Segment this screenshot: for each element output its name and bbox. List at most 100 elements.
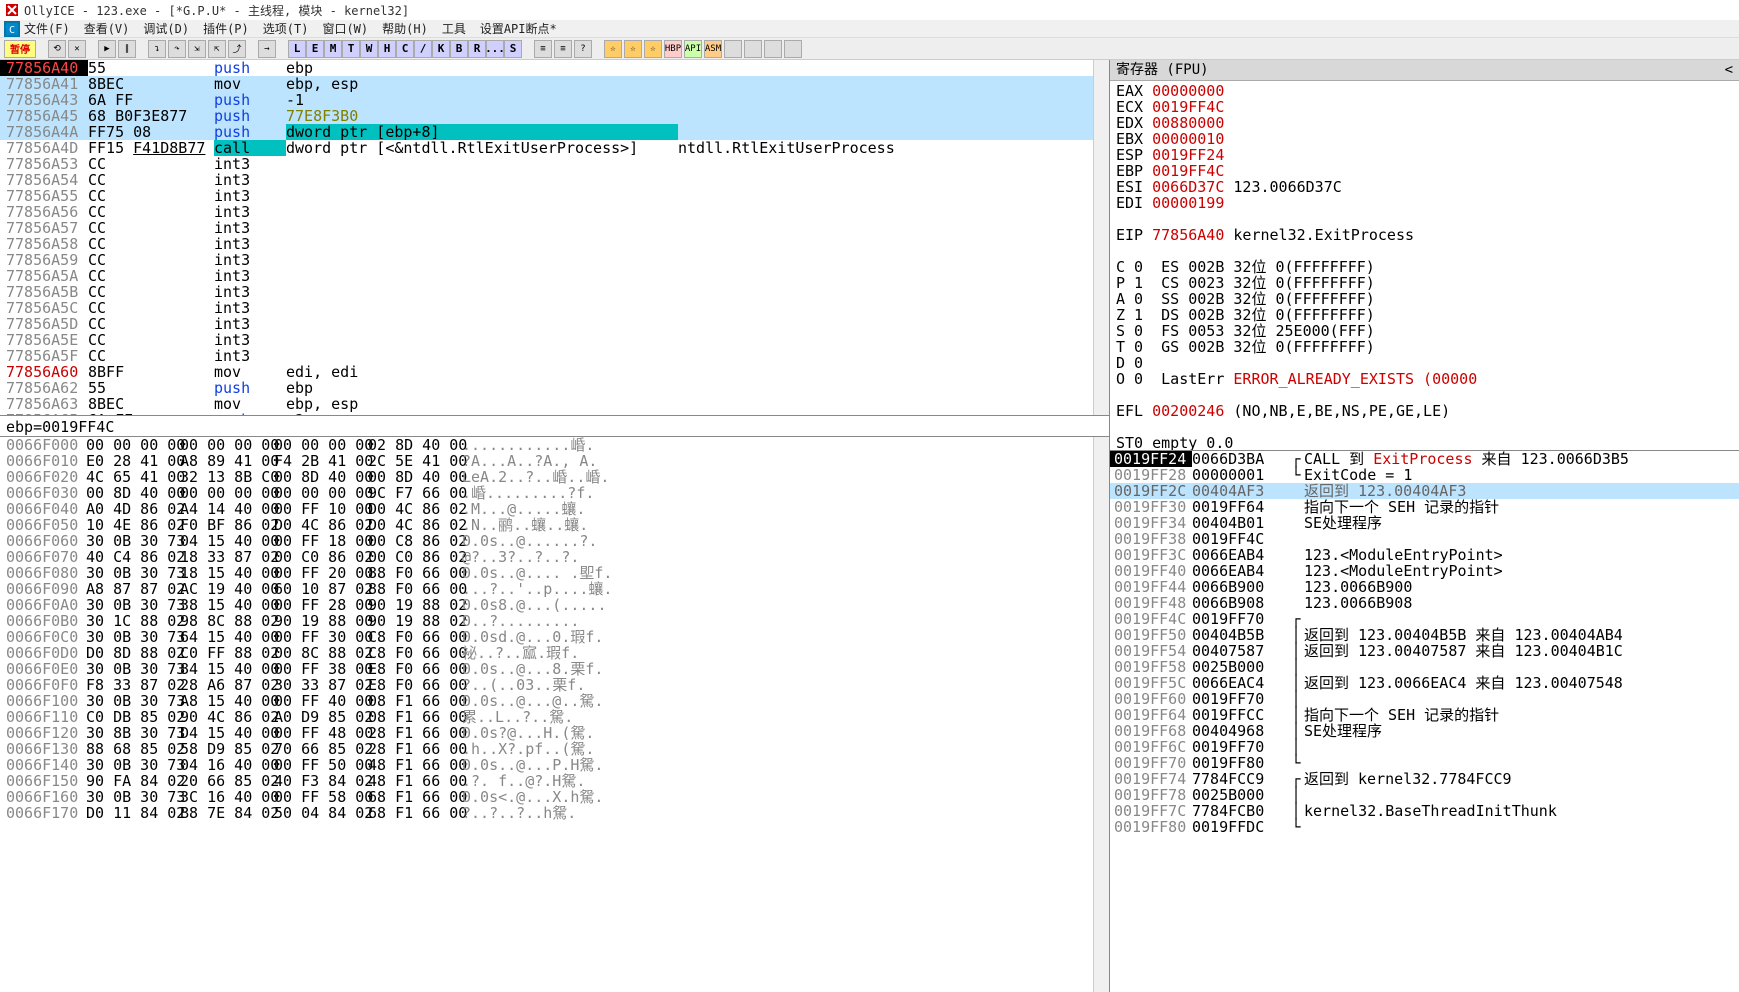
restart-button[interactable]: ⟲ [48,40,66,58]
stack-pane[interactable]: 0019FF240066D3BA┌CALL 到 ExitProcess 来自 1… [1110,450,1739,992]
stack-row[interactable]: 0019FF800019FFDC└ [1110,819,1739,835]
empty-btn-2[interactable] [744,40,762,58]
toolbar-window-S[interactable]: S [504,40,522,58]
dump-row[interactable]: 0066F0F0F8 33 87 0228 A6 87 0230 33 87 0… [0,677,1109,693]
disasm-row[interactable]: 77856A56CCint3 [0,204,1109,220]
pause-button[interactable]: ∥ [118,40,136,58]
step-over-button[interactable]: ↷ [168,40,186,58]
dump-row[interactable]: 0066F06030 0B 30 7304 15 40 0000 FF 18 0… [0,533,1109,549]
menu-item[interactable]: 插件(P) [203,22,249,36]
close-button[interactable]: ✕ [68,40,86,58]
disasm-row[interactable]: 77856A436A FFpush-1 [0,92,1109,108]
flag-line[interactable]: A 0 SS 002B 32位 0(FFFFFFFF) [1116,291,1733,307]
dump-row[interactable]: 0066F0A030 0B 30 7338 15 40 0000 FF 28 0… [0,597,1109,613]
register-ECX[interactable]: ECX 0019FF4C [1116,99,1733,115]
trace-into-button[interactable]: ⇲ [188,40,206,58]
disasm-row[interactable]: 77856A5ECCint3 [0,332,1109,348]
dump-row[interactable]: 0066F0D0D0 8D 88 02C0 FF 88 0200 8C 88 0… [0,645,1109,661]
dump-row[interactable]: 0066F13088 68 85 0258 D9 85 0270 66 85 0… [0,741,1109,757]
flag-line[interactable]: D 0 [1116,355,1733,371]
dump-row[interactable]: 0066F12030 8B 30 73D4 15 40 0000 FF 48 0… [0,725,1109,741]
dump-row[interactable]: 0066F0204C 65 41 0032 13 8B C000 8D 40 0… [0,469,1109,485]
dump-row[interactable]: 0066F08030 0B 30 7318 15 40 0000 FF 20 0… [0,565,1109,581]
dump-row[interactable]: 0066F090A8 87 87 02AC 19 40 0060 10 87 0… [0,581,1109,597]
disasm-row[interactable]: 77856A4055pushebp [0,60,1109,76]
disasm-row[interactable]: 77856A5FCCint3 [0,348,1109,364]
dump-row[interactable]: 0066F0C030 0B 30 7364 15 40 0000 FF 30 0… [0,629,1109,645]
stack-row[interactable]: 0019FF2800000001└ExitCode = 1 [1110,467,1739,483]
trace-over-button[interactable]: ⇱ [208,40,226,58]
flag-line[interactable]: P 1 CS 0023 32位 0(FFFFFFFF) [1116,275,1733,291]
flag-line[interactable]: T 0 GS 002B 32位 0(FFFFFFFF) [1116,339,1733,355]
tool-btn-3[interactable]: ? [574,40,592,58]
plugin-btn-2[interactable]: ☆ [624,40,642,58]
registers-expand-icon[interactable]: < [1725,62,1733,78]
toolbar-window-B[interactable]: B [450,40,468,58]
stack-row[interactable]: 0019FF300019FF64指向下一个 SEH 记录的指针 [1110,499,1739,515]
disasm-row[interactable]: 77856A4DFF15 F41D8B77calldword ptr [<&nt… [0,140,1109,156]
disasm-row[interactable]: 77856A59CCint3 [0,252,1109,268]
stack-row[interactable]: 0019FF2C00404AF3返回到 123.00404AF3 [1110,483,1739,499]
menu-item[interactable]: 帮助(H) [382,22,428,36]
dump-row[interactable]: 0066F110C0 DB 85 0290 4C 86 02A0 D9 85 0… [0,709,1109,725]
dump-row[interactable]: 0066F14030 0B 30 7304 16 40 0000 FF 50 0… [0,757,1109,773]
stack-row[interactable]: 0019FF640019FFCC│指向下一个 SEH 记录的指针 [1110,707,1739,723]
disasm-row[interactable]: 77856A5CCCint3 [0,300,1109,316]
disassembly-pane[interactable]: 77856A4055pushebp77856A418BECmovebp, esp… [0,60,1109,415]
toolbar-window-K[interactable]: K [432,40,450,58]
tool-btn-1[interactable]: ≡ [534,40,552,58]
stack-row[interactable]: 0019FF6800404968│SE处理程序 [1110,723,1739,739]
menu-item[interactable]: 文件(F) [24,22,70,36]
disasm-row[interactable]: 77856A4568 B0F3E877push77E8F3B0 [0,108,1109,124]
stack-row[interactable]: 0019FF700019FF80└ [1110,755,1739,771]
dump-row[interactable]: 0066F010E0 28 41 00A8 89 41 00F4 2B 41 0… [0,453,1109,469]
stack-row[interactable]: 0019FF7C7784FCB0│kernel32.BaseThreadInit… [1110,803,1739,819]
disasm-row[interactable]: 77856A5DCCint3 [0,316,1109,332]
empty-btn-3[interactable] [764,40,782,58]
menu-item[interactable]: 调试(D) [143,22,189,36]
toolbar-window-...[interactable]: ... [486,40,504,58]
dump-row[interactable]: 0066F10030 0B 30 73A8 15 40 0000 FF 40 0… [0,693,1109,709]
disasm-row[interactable]: 77856A58CCint3 [0,236,1109,252]
disasm-row[interactable]: 77856A54CCint3 [0,172,1109,188]
stack-row[interactable]: 0019FF480066B908123.0066B908 [1110,595,1739,611]
flag-line[interactable]: C 0 ES 002B 32位 0(FFFFFFFF) [1116,259,1733,275]
plugin-btn-6[interactable]: ASM [704,40,722,58]
disasm-row[interactable]: 77856A418BECmovebp, esp [0,76,1109,92]
disasm-row[interactable]: 77856A6255pushebp [0,380,1109,396]
disasm-row[interactable]: 77856A4AFF75 08pushdword ptr [ebp+8] [0,124,1109,140]
disasm-row[interactable]: 77856A5BCCint3 [0,284,1109,300]
empty-btn-4[interactable] [784,40,802,58]
toolbar-window-R[interactable]: R [468,40,486,58]
stack-row[interactable]: 0019FF400066EAB4123.<ModuleEntryPoint> [1110,563,1739,579]
register-EBX[interactable]: EBX 00000010 [1116,131,1733,147]
menu-item[interactable]: 设置API断点* [480,22,557,36]
register-EBP[interactable]: EBP 0019FF4C [1116,163,1733,179]
goto-button[interactable]: → [258,40,276,58]
dump-scrollbar[interactable] [1093,437,1109,992]
flag-line[interactable]: O 0 LastErr ERROR_ALREADY_EXISTS (00000 [1116,371,1733,387]
dump-row[interactable]: 0066F0B030 1C 88 0298 8C 88 0290 19 88 0… [0,613,1109,629]
register-EIP[interactable]: EIP 77856A40 kernel32.ExitProcess [1116,227,1733,243]
dump-row[interactable]: 0066F040A0 4D 86 02A4 14 40 0000 FF 10 0… [0,501,1109,517]
run-button[interactable]: ▶ [98,40,116,58]
dump-row[interactable]: 0066F03000 8D 40 0000 00 00 0000 00 00 0… [0,485,1109,501]
execute-till-return-button[interactable]: ⤴ [228,40,246,58]
dump-row[interactable]: 0066F170D0 11 84 02B8 7E 84 0250 04 84 0… [0,805,1109,821]
disasm-row[interactable]: 77856A638BECmovebp, esp [0,396,1109,412]
stack-row[interactable]: 0019FF240066D3BA┌CALL 到 ExitProcess 来自 1… [1110,451,1739,467]
dump-row[interactable]: 0066F15090 FA 84 0220 66 85 0240 F3 84 0… [0,773,1109,789]
step-into-button[interactable]: ↴ [148,40,166,58]
menu-item[interactable]: 工具 [442,22,466,36]
plugin-btn-1[interactable]: ☆ [604,40,622,58]
hex-dump-pane[interactable]: 0066F00000 00 00 0000 00 00 0000 00 00 0… [0,437,1109,992]
toolbar-window-W[interactable]: W [360,40,378,58]
stack-row[interactable]: 0019FF580025B000│ [1110,659,1739,675]
menu-item[interactable]: 查看(V) [84,22,130,36]
stack-row[interactable]: 0019FF600019FF70│ [1110,691,1739,707]
plugin-btn-5[interactable]: API [684,40,702,58]
flag-line[interactable]: S 0 FS 0053 32位 25E000(FFF) [1116,323,1733,339]
stack-row[interactable]: 0019FF5C0066EAC4│返回到 123.0066EAC4 来自 123… [1110,675,1739,691]
stack-row[interactable]: 0019FF4C0019FF70┌ [1110,611,1739,627]
dump-row[interactable]: 0066F07040 C4 86 0218 33 87 0200 C0 86 0… [0,549,1109,565]
